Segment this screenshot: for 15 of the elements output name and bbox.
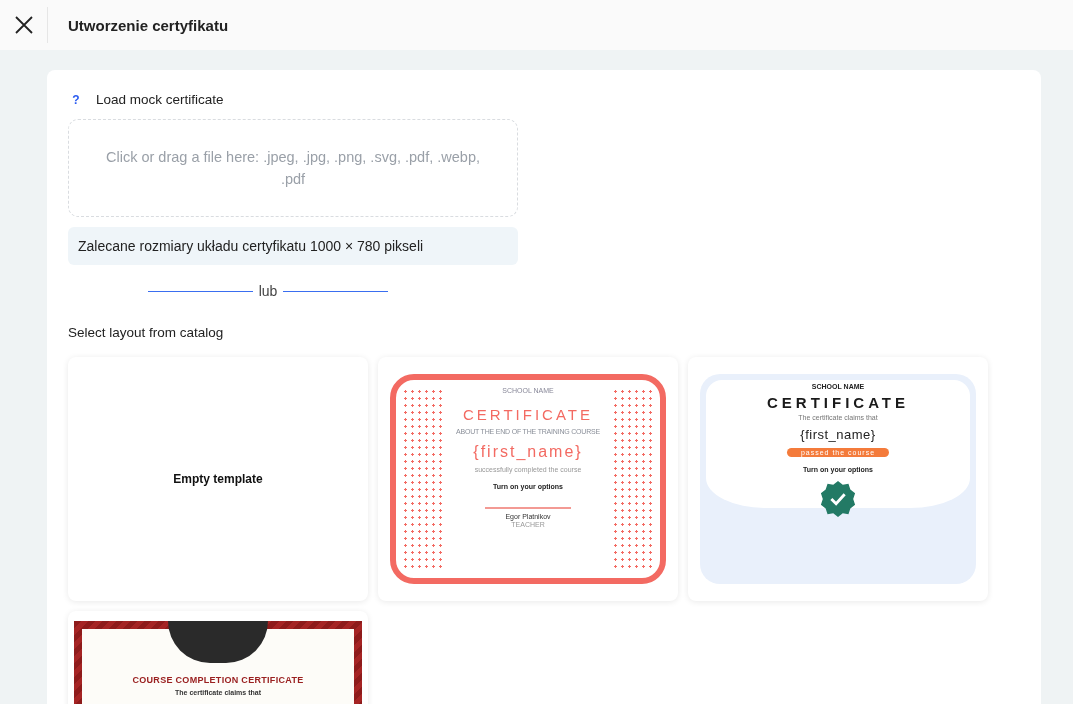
template-card[interactable]: Empty template [68,357,368,601]
help-button[interactable]: ? [68,92,84,107]
or-label: lub [258,283,278,299]
size-hint: Zalecane rozmiary układu certyfikatu 1000 × 780 pikseli [68,227,518,265]
check-seal-icon [819,480,857,518]
name-placeholder: {first_name} [473,443,583,461]
catalog-label: Select layout from catalog [68,325,224,340]
page-title: Utworzenie certyfikatu [68,16,229,34]
template-label: Empty template [173,472,263,486]
upload-label: Load mock certificate [96,92,224,107]
close-icon [14,16,33,34]
name-placeholder: {first_name} [800,427,876,442]
certificate-title: COURSE COMPLETION CERTIFICATE [132,675,304,685]
certificate-title: CERTIFICATE [463,406,593,423]
certificate-title: CERTIFICATE [766,394,910,411]
